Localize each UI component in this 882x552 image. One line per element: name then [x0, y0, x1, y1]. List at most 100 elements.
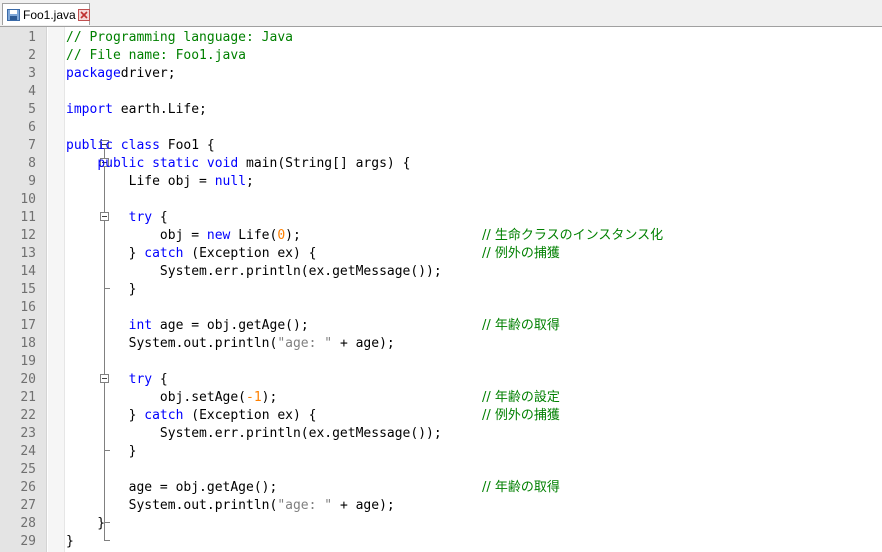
inline-comment: // 年齢の設定: [482, 390, 560, 405]
code-line[interactable]: Life obj = null;: [66, 173, 254, 191]
inline-comment: // 生命クラスのインスタンス化: [482, 228, 664, 243]
line-number: 13: [20, 246, 36, 261]
code-line[interactable]: int age = obj.getAge();: [66, 317, 309, 335]
code-token: ;: [246, 174, 254, 189]
code-token: }: [66, 408, 145, 423]
line-number: 7: [28, 138, 36, 153]
code-token: );: [261, 390, 278, 405]
code-token: earth.Life;: [112, 102, 207, 117]
code-line[interactable]: } catch (Exception ex) {: [66, 407, 317, 425]
inline-comment: // 年齢の取得: [482, 480, 560, 495]
code-line[interactable]: try {: [66, 209, 168, 227]
line-number: 21: [20, 390, 36, 405]
file-tab[interactable]: Foo1.java: [2, 3, 90, 25]
code-line[interactable]: System.err.println(ex.getMessage());: [66, 263, 442, 281]
code-token: }: [66, 246, 145, 261]
line-number: 24: [20, 444, 36, 459]
code-line[interactable]: obj.setAge(-1);: [66, 389, 277, 407]
line-number: 19: [20, 354, 36, 369]
code-line[interactable]: public class Foo1 {: [66, 137, 215, 155]
code-token: }: [66, 516, 106, 531]
inline-comment: // 年齢の取得: [482, 318, 560, 333]
code-token: obj.setAge(: [66, 390, 247, 405]
line-number: 20: [20, 372, 36, 387]
code-token: null: [214, 174, 247, 189]
code-token: Life obj =: [66, 174, 215, 189]
code-token: );: [285, 228, 301, 243]
line-number: 10: [20, 192, 36, 207]
line-number: 22: [20, 408, 36, 423]
code-line[interactable]: System.out.println("age: " + age);: [66, 497, 395, 515]
code-token: driver;: [120, 66, 176, 81]
line-number: 3: [28, 66, 36, 81]
fold-margin[interactable]: [48, 27, 110, 552]
code-token: int: [128, 318, 153, 333]
code-token: // File name: Foo1.java: [66, 48, 247, 63]
code-token: {: [152, 210, 168, 225]
code-line[interactable]: public static void main(String[] args) {: [66, 155, 410, 173]
line-number: 12: [20, 228, 36, 243]
code-token: age = obj.getAge();: [152, 318, 309, 333]
line-number: 4: [28, 84, 36, 99]
line-number: 28: [20, 516, 36, 531]
code-token: System.out.println(: [66, 336, 278, 351]
code-line[interactable]: }: [66, 515, 105, 533]
line-number: 16: [20, 300, 36, 315]
code-token: + age);: [332, 336, 395, 351]
line-number: 25: [20, 462, 36, 477]
code-line[interactable]: obj = new Life(0);: [66, 227, 301, 245]
code-token: System.out.println(: [66, 498, 278, 513]
file-save-icon: [7, 9, 20, 21]
code-line[interactable]: import earth.Life;: [66, 101, 207, 119]
code-token: "age: ": [277, 498, 333, 513]
fold-end-class: [104, 540, 110, 541]
code-line[interactable]: }: [66, 281, 137, 299]
code-token: new: [206, 228, 231, 243]
code-token: {: [152, 372, 168, 387]
code-token: try: [128, 372, 153, 387]
line-number-gutter: 1 2 3 4 5 6 7 8 9 10 11 12 13 14 15 16 17 18 19 20 21 22 23 24 2…: [0, 27, 47, 552]
code-token: age = obj.getAge();: [66, 480, 278, 495]
code-token: "age: ": [277, 336, 333, 351]
code-line[interactable]: }: [66, 443, 137, 461]
code-line[interactable]: age = obj.getAge();: [66, 479, 278, 497]
code-line[interactable]: try {: [66, 371, 168, 389]
code-line[interactable]: }: [66, 533, 74, 551]
code-line[interactable]: // File name: Foo1.java: [66, 47, 246, 65]
line-number: 23: [20, 426, 36, 441]
code-line[interactable]: } catch (Exception ex) {: [66, 245, 317, 263]
tab-bar: Foo1.java: [0, 0, 882, 27]
code-token: + age);: [332, 498, 395, 513]
code-token: }: [66, 444, 137, 459]
code-line[interactable]: System.out.println("age: " + age);: [66, 335, 395, 353]
line-number: 6: [28, 120, 36, 135]
line-number: 29: [20, 534, 36, 549]
code-token: (Exception ex) {: [183, 246, 317, 261]
line-number: 26: [20, 480, 36, 495]
code-token: try: [128, 210, 153, 225]
code-editor[interactable]: 1 2 3 4 5 6 7 8 9 10 11 12 13 14 15 16 17 18 19 20 21 22 23 24 2…: [0, 27, 882, 552]
code-token: // Programming language: Java: [66, 30, 293, 45]
code-token: public class: [66, 138, 160, 153]
code-line[interactable]: packagedriver;: [66, 65, 176, 83]
code-token: obj =: [66, 228, 207, 243]
line-number: 27: [20, 498, 36, 513]
code-token: main(String[] args) {: [238, 156, 411, 171]
line-number: 15: [20, 282, 36, 297]
code-token: catch: [144, 408, 184, 423]
line-number: 5: [28, 102, 36, 117]
close-icon[interactable]: [78, 9, 90, 21]
code-line[interactable]: // Programming language: Java: [66, 29, 293, 47]
line-number: 1: [28, 30, 36, 45]
code-token: (Exception ex) {: [183, 408, 317, 423]
code-token: }: [66, 282, 137, 297]
code-line[interactable]: System.err.println(ex.getMessage());: [66, 425, 442, 443]
line-number: 11: [20, 210, 36, 225]
code-token: import: [66, 102, 113, 117]
tab-title: Foo1.java: [23, 8, 76, 22]
line-number: 17: [20, 318, 36, 333]
